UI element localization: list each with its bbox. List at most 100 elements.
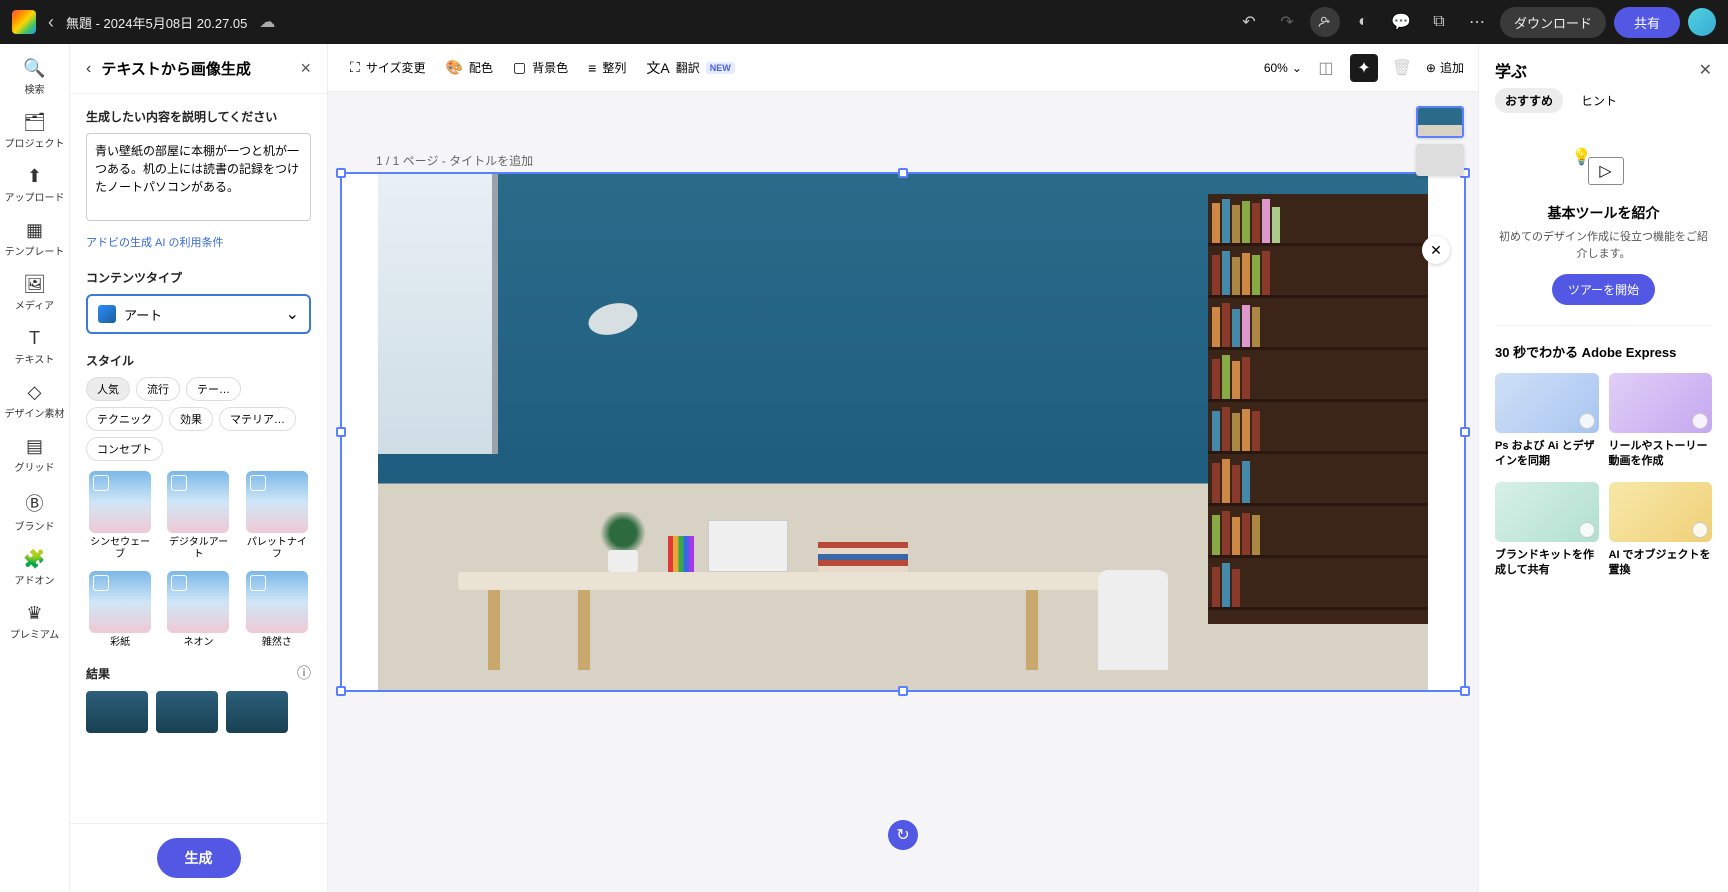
chip-effect[interactable]: 効果 [169,407,213,431]
chip-trend[interactable]: 流行 [136,377,180,401]
check-icon [1579,413,1595,429]
topbar-left: ‹ 無題 - 2024年5月08日 20.27.05 ☁ [12,10,275,34]
close-overlay-button[interactable]: ✕ [1422,236,1450,264]
delete-icon[interactable]: 🗑 [1388,54,1416,82]
style-chips: 人気 流行 テー… テクニック 効果 マテリア… コンセプト [86,377,311,461]
align-tool[interactable]: ≡整列 [580,53,634,82]
colors-tool[interactable]: 🎨配色 [437,53,500,82]
rail-shapes[interactable]: ◇デザイン素材 [5,376,65,426]
panel-close-icon[interactable]: × [300,58,311,79]
artboard-selection[interactable] [340,172,1466,692]
style-item[interactable]: デジタルアート [164,471,232,561]
selection-handle[interactable] [898,168,908,178]
rail-template[interactable]: ▦テンプレート [5,214,65,264]
rail-search[interactable]: 🔍検索 [5,52,65,102]
add-page-button[interactable]: ⊕追加 [1426,59,1464,76]
bgcolor-tool[interactable]: ▢背景色 [505,53,576,82]
restore-button[interactable]: ↻ [888,820,918,850]
comment-icon[interactable]: 💬 [1386,7,1416,37]
selection-handle[interactable] [1460,427,1470,437]
rail-premium[interactable]: ♛プレミアム [5,597,65,647]
generate-button[interactable]: 生成 [157,838,241,878]
tab-recommended[interactable]: おすすめ [1495,88,1563,113]
selection-handle[interactable] [336,686,346,696]
chip-theme[interactable]: テー… [186,377,241,401]
rail-brand[interactable]: Ⓑブランド [5,484,65,539]
results-thumbs [86,691,311,733]
learn-tabs: おすすめ ヒント [1479,88,1728,123]
info-icon[interactable]: ⓘ [297,663,311,683]
tutorial-thumb [1495,482,1599,542]
result-thumb[interactable] [156,691,218,733]
style-item[interactable]: ネオン [164,571,232,649]
shapes-icon: ◇ [28,382,42,403]
chip-popular[interactable]: 人気 [86,377,130,401]
learn-close-icon[interactable]: ✕ [1699,60,1712,80]
page-thumb-new[interactable] [1416,144,1464,176]
tutorial-card[interactable]: Ps および Ai とデザインを同期 [1495,373,1599,470]
page-thumbnails [1416,106,1464,176]
more-icon[interactable]: ⋯ [1462,7,1492,37]
rail-upload[interactable]: ⬆アップロード [5,160,65,210]
tutorial-card[interactable]: AI でオブジェクトを置換 [1609,482,1713,579]
resize-icon: ⛶ [350,59,360,76]
rail-media[interactable]: 🖼メディア [5,268,65,318]
user-invite-icon[interactable] [1310,7,1340,37]
selection-handle[interactable] [336,427,346,437]
resize-tool[interactable]: ⛶サイズ変更 [342,53,433,82]
addon-icon: 🧩 [23,549,45,570]
download-button[interactable]: ダウンロード [1500,7,1606,38]
check-icon [1692,413,1708,429]
back-button[interactable]: ‹ [48,12,54,33]
style-item[interactable]: 雑然さ [243,571,311,649]
play-icon: ▷ [1599,161,1611,181]
rail-addon[interactable]: 🧩アドオン [5,543,65,593]
style-thumb [89,471,151,533]
tutorial-card[interactable]: リールやストーリー動画を作成 [1609,373,1713,470]
style-item[interactable]: 彩紙 [86,571,154,649]
document-title[interactable]: 無題 - 2024年5月08日 20.27.05 [66,13,247,32]
cloud-sync-icon[interactable]: ☁ [259,12,275,32]
rail-grid[interactable]: ▤グリッド [5,430,65,480]
chip-concept[interactable]: コンセプト [86,437,163,461]
share-button[interactable]: 共有 [1614,7,1680,38]
generated-image[interactable] [378,174,1428,690]
content-type-dropdown[interactable]: アート ⌄ [86,294,311,334]
prompt-input[interactable] [86,133,311,221]
rail-text[interactable]: Tテキスト [5,322,65,372]
page-thumb[interactable] [1416,106,1464,138]
canvas-toolbar: ⛶サイズ変更 🎨配色 ▢背景色 ≡整列 文A翻訳NEW 60%⌄ ◫ ✦ 🗑 ⊕… [328,44,1478,92]
tutorial-card[interactable]: ブランドキットを作成して共有 [1495,482,1599,579]
bulb-icon[interactable]: ◐ [1348,7,1378,37]
redo-icon[interactable]: ↷ [1272,7,1302,37]
ai-toggle-icon[interactable]: ✦ [1350,54,1378,82]
page-label[interactable]: 1 / 1 ページ - タイトルを追加 [376,152,533,169]
results-label: 結果 [86,665,110,682]
chip-material[interactable]: マテリア… [219,407,296,431]
rail-project[interactable]: 🗂プロジェクト [5,106,65,156]
user-avatar[interactable] [1688,8,1716,36]
selection-handle[interactable] [898,686,908,696]
terms-link[interactable]: アドビの生成 AI の利用条件 [86,234,224,250]
intro-desc: 初めてのデザイン作成に役立つ機能をご紹介します。 [1495,229,1712,262]
start-tour-button[interactable]: ツアーを開始 [1552,274,1655,305]
result-thumb[interactable] [86,691,148,733]
zoom-control[interactable]: 60%⌄ [1264,61,1302,75]
translate-tool[interactable]: 文A翻訳NEW [638,52,742,84]
intro-title: 基本ツールを紹介 [1495,203,1712,223]
style-item[interactable]: シンセウェーブ [86,471,154,561]
style-item[interactable]: パレットナイフ [243,471,311,561]
selection-handle[interactable] [1460,686,1470,696]
chip-technique[interactable]: テクニック [86,407,163,431]
panel-back-icon[interactable]: ‹ [86,60,91,78]
canvas-viewport[interactable]: 1 / 1 ページ - タイトルを追加 [328,92,1478,892]
layers-icon[interactable]: ◫ [1312,54,1340,82]
selection-handle[interactable] [336,168,346,178]
left-rail: 🔍検索 🗂プロジェクト ⬆アップロード ▦テンプレート 🖼メディア Tテキスト … [0,44,70,892]
tab-hints[interactable]: ヒント [1571,88,1627,113]
result-thumb[interactable] [226,691,288,733]
undo-icon[interactable]: ↶ [1234,7,1264,37]
present-icon[interactable]: ⧉ [1424,7,1454,37]
square-icon: ▢ [513,59,526,76]
app-logo[interactable] [12,10,36,34]
